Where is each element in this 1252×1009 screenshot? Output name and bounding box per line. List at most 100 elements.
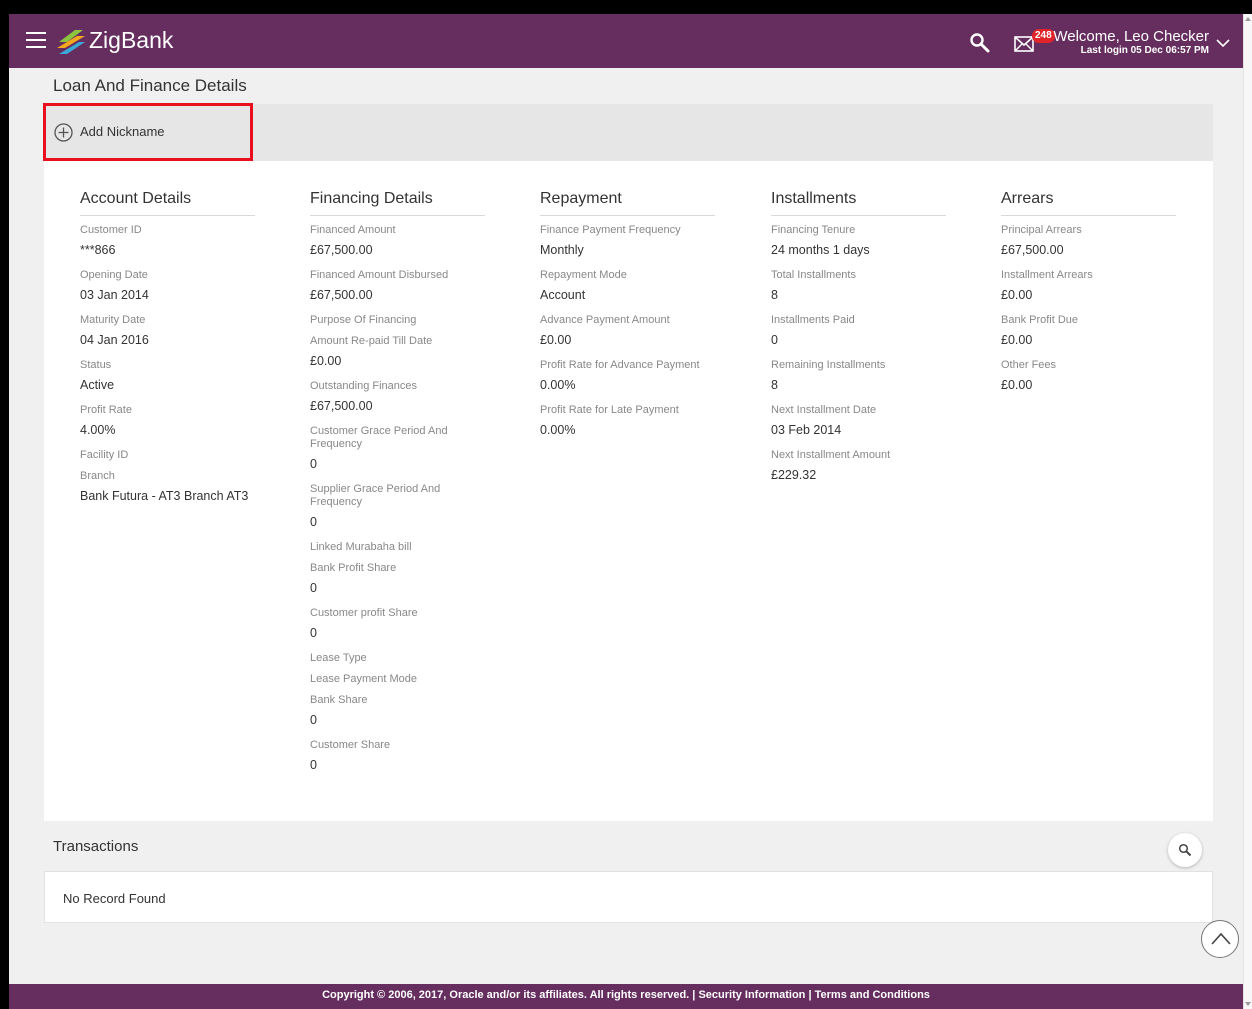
search-icon — [1178, 843, 1192, 857]
transactions-table: No Record Found — [44, 871, 1213, 923]
field-label: Remaining Installments — [771, 359, 886, 371]
financed-amount-value: £67,500.00 — [310, 243, 373, 257]
field-label: Maturity Date — [80, 314, 146, 326]
footer-separator: | — [805, 989, 815, 1001]
field-label: Installments Paid — [771, 314, 855, 326]
bank-profit-share-value: 0 — [310, 581, 317, 595]
customer-profit-share-value: 0 — [310, 626, 317, 640]
transactions-title: Transactions — [53, 838, 139, 855]
vertical-scrollbar[interactable] — [1243, 14, 1252, 1009]
profit-rate-value: 4.00% — [80, 423, 116, 437]
transactions-search-button[interactable] — [1168, 833, 1202, 867]
supplier-grace-period-value: 0 — [310, 515, 317, 529]
maturity-date-value: 04 Jan 2016 — [80, 333, 149, 347]
field-label: Opening Date — [80, 269, 148, 281]
installment-arrears-value: £0.00 — [1001, 288, 1033, 302]
search-icon[interactable] — [969, 32, 991, 54]
field-label: Total Installments — [771, 269, 856, 281]
field-label: Customer ID — [80, 224, 142, 236]
hamburger-menu-icon[interactable] — [26, 31, 48, 49]
next-installment-date-value: 03 Feb 2014 — [771, 423, 842, 437]
add-nickname-button[interactable]: Add Nickname — [43, 103, 253, 161]
section-title: Account Details — [80, 190, 255, 216]
field-label: Status — [80, 359, 112, 371]
chevron-down-icon[interactable] — [1216, 38, 1230, 48]
section-title: Repayment — [540, 190, 715, 216]
financed-amount-disbursed-value: £67,500.00 — [310, 288, 373, 302]
field-label: Supplier Grace Period And Frequency — [310, 483, 441, 508]
field-label: Facility ID — [80, 449, 129, 461]
outstanding-finances-value: £67,500.00 — [310, 399, 373, 413]
bank-profit-due-value: £0.00 — [1001, 333, 1033, 347]
field-label: Financed Amount Disbursed — [310, 269, 449, 281]
copyright-text: Copyright © 2006, 2017, Oracle and/or it… — [322, 989, 690, 1001]
repayment-mode-value: Account — [540, 288, 586, 302]
field-label: Advance Payment Amount — [540, 314, 670, 326]
field-label: Profit Rate for Advance Payment — [540, 359, 700, 371]
field-label: Repayment Mode — [540, 269, 627, 281]
app-window: ZigBank 248 Welcome, Leo Checker Last lo… — [9, 14, 1243, 1009]
principal-arrears-value: £67,500.00 — [1001, 243, 1064, 257]
scroll-to-top-button[interactable] — [1201, 920, 1239, 958]
scroll-up-arrow-icon[interactable] — [1245, 17, 1251, 21]
field-label: Other Fees — [1001, 359, 1057, 371]
plus-circle-icon — [54, 123, 73, 142]
field-label: Finance Payment Frequency — [540, 224, 681, 236]
customer-grace-period-value: 0 — [310, 457, 317, 471]
terms-and-conditions-link[interactable]: Terms and Conditions — [815, 989, 930, 1001]
footer: Copyright © 2006, 2017, Oracle and/or it… — [9, 984, 1243, 1009]
customer-share-value: 0 — [310, 758, 317, 772]
field-label: Bank Profit Due — [1001, 314, 1079, 326]
field-label: Bank Share — [310, 694, 368, 706]
next-installment-amount-value: £229.32 — [771, 468, 817, 482]
installments-section: Installments Financing Tenure 24 months 1… — [771, 190, 946, 494]
status-value: Active — [80, 378, 115, 392]
customer-id-value: ***866 — [80, 243, 116, 257]
page-title: Loan And Finance Details — [53, 76, 247, 95]
field-label: Amount Re-paid Till Date — [310, 335, 433, 347]
remaining-installments-value: 8 — [771, 378, 778, 392]
section-title: Installments — [771, 190, 946, 216]
other-fees-value: £0.00 — [1001, 378, 1033, 392]
field-label: Installment Arrears — [1001, 269, 1093, 281]
field-label: Financed Amount — [310, 224, 396, 236]
scroll-down-arrow-icon[interactable] — [1245, 1002, 1251, 1006]
field-label: Principal Arrears — [1001, 224, 1082, 236]
financing-details-section: Financing Details Financed Amount £67,500… — [310, 190, 485, 784]
profit-rate-advance-value: 0.00% — [540, 378, 576, 392]
chevron-up-icon — [1211, 932, 1231, 945]
field-label: Lease Payment Mode — [310, 673, 418, 685]
brand-name[interactable]: ZigBank — [89, 27, 173, 54]
field-label: Profit Rate for Late Payment — [540, 404, 679, 416]
notification-count-badge: 248 — [1032, 29, 1055, 43]
amount-repaid-value: £0.00 — [310, 354, 342, 368]
field-label: Next Installment Amount — [771, 449, 891, 461]
section-title: Arrears — [1001, 190, 1176, 216]
user-menu[interactable]: Welcome, Leo Checker Last login 05 Dec 0… — [1053, 28, 1209, 56]
welcome-text: Welcome, Leo Checker — [1053, 28, 1209, 45]
field-label: Profit Rate — [80, 404, 132, 416]
field-label: Customer Share — [310, 739, 391, 751]
field-label: Bank Profit Share — [310, 562, 397, 574]
top-navigation-bar: ZigBank 248 Welcome, Leo Checker Last lo… — [9, 14, 1243, 68]
field-label: Branch — [80, 470, 115, 482]
field-label: Outstanding Finances — [310, 380, 418, 392]
field-label: Purpose Of Financing — [310, 314, 417, 326]
bank-share-value: 0 — [310, 713, 317, 727]
field-label: Customer Grace Period And Frequency — [310, 425, 448, 450]
field-label: Linked Murabaha bill — [310, 541, 412, 553]
field-label: Financing Tenure — [771, 224, 856, 236]
last-login-text: Last login 05 Dec 06:57 PM — [1080, 45, 1209, 56]
installments-paid-value: 0 — [771, 333, 778, 347]
opening-date-value: 03 Jan 2014 — [80, 288, 149, 302]
account-details-section: Account Details Customer ID ***866 Openin… — [80, 190, 255, 515]
security-information-link[interactable]: Security Information — [698, 989, 805, 1001]
add-nickname-label: Add Nickname — [80, 124, 165, 139]
financing-tenure-value: 24 months 1 days — [771, 243, 870, 257]
branch-value: Bank Futura - AT3 Branch AT3 — [80, 489, 249, 503]
mail-icon[interactable] — [1014, 36, 1034, 52]
loan-details-panel: Account Details Customer ID ***866 Openin… — [44, 161, 1213, 821]
payment-frequency-value: Monthly — [540, 243, 584, 257]
repayment-section: Repayment Finance Payment Frequency Month… — [540, 190, 715, 449]
profit-rate-late-value: 0.00% — [540, 423, 576, 437]
